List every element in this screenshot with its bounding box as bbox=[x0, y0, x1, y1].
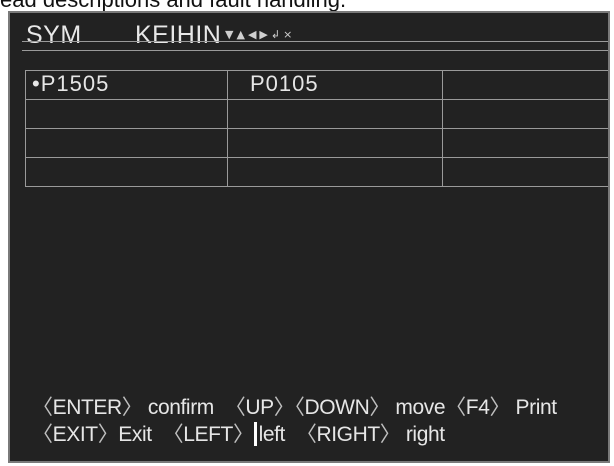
code-cell[interactable] bbox=[442, 70, 608, 100]
close-icon: × bbox=[283, 27, 293, 41]
exit-key-label[interactable]: EXIT bbox=[53, 423, 98, 446]
code-cell[interactable] bbox=[227, 99, 443, 129]
enter-icon: ↲ bbox=[270, 27, 281, 41]
key-help-line-1: 〈ENTER〉 confirm 〈UP〉〈DOWN〉 move〈F4〉 Prin… bbox=[32, 396, 558, 419]
code-cell[interactable] bbox=[442, 128, 608, 158]
table-row[interactable] bbox=[25, 128, 608, 158]
code-cell[interactable] bbox=[227, 157, 443, 187]
triangle-up-icon: ▲ bbox=[236, 27, 245, 41]
triangle-left-icon: ◀ bbox=[247, 27, 257, 41]
code-cell[interactable] bbox=[442, 157, 608, 187]
triangle-right-icon: ▶ bbox=[259, 27, 268, 41]
exit-hint: Exit bbox=[118, 423, 152, 446]
diagnostic-screen: SYM KEIHIN ▼ ▲ ◀ ▶ ↲ × •P1505 P0105 〈ENT… bbox=[8, 11, 610, 463]
print-hint: Print bbox=[515, 396, 558, 419]
code-cell[interactable]: P0105 bbox=[227, 70, 443, 100]
right-hint: right bbox=[405, 423, 445, 446]
triangle-down-icon: ▼ bbox=[225, 27, 234, 41]
text-cursor bbox=[253, 422, 257, 446]
code-text: •P1505 bbox=[32, 71, 110, 97]
page: ead descriptions and fault handling. SYM… bbox=[0, 0, 614, 466]
f4-key-label[interactable]: F4 bbox=[466, 396, 490, 419]
table-row[interactable] bbox=[25, 157, 608, 187]
code-cell[interactable] bbox=[25, 157, 228, 187]
up-key-label[interactable]: UP bbox=[245, 396, 274, 419]
header-divider-top bbox=[22, 41, 608, 42]
code-cell[interactable] bbox=[442, 99, 608, 129]
brand-label: SYM bbox=[26, 21, 82, 49]
table-row[interactable]: •P1505 P0105 bbox=[25, 70, 608, 100]
confirm-hint: confirm bbox=[147, 396, 214, 419]
enter-key-label[interactable]: ENTER bbox=[53, 396, 123, 419]
code-cell[interactable] bbox=[227, 128, 443, 158]
code-cell[interactable] bbox=[25, 99, 228, 129]
code-cell[interactable] bbox=[25, 128, 228, 158]
left-hint: left bbox=[258, 423, 286, 446]
screen-header: SYM KEIHIN ▼ ▲ ◀ ▶ ↲ × bbox=[10, 13, 608, 55]
move-hint: move bbox=[395, 396, 446, 419]
left-key-label[interactable]: LEFT bbox=[183, 423, 233, 446]
right-key-label[interactable]: RIGHT bbox=[316, 423, 380, 446]
code-cell[interactable]: •P1505 bbox=[25, 70, 228, 100]
code-text: P0105 bbox=[250, 71, 319, 97]
ecu-label: KEIHIN bbox=[135, 21, 222, 49]
fault-code-table: •P1505 P0105 bbox=[25, 70, 608, 187]
table-row[interactable] bbox=[25, 99, 608, 129]
down-key-label[interactable]: DOWN bbox=[304, 396, 369, 419]
header-divider-bottom bbox=[22, 50, 608, 51]
key-help-line-2: 〈EXIT〉Exit 〈LEFT〉 left 〈RIGHT〉 right bbox=[32, 422, 445, 446]
